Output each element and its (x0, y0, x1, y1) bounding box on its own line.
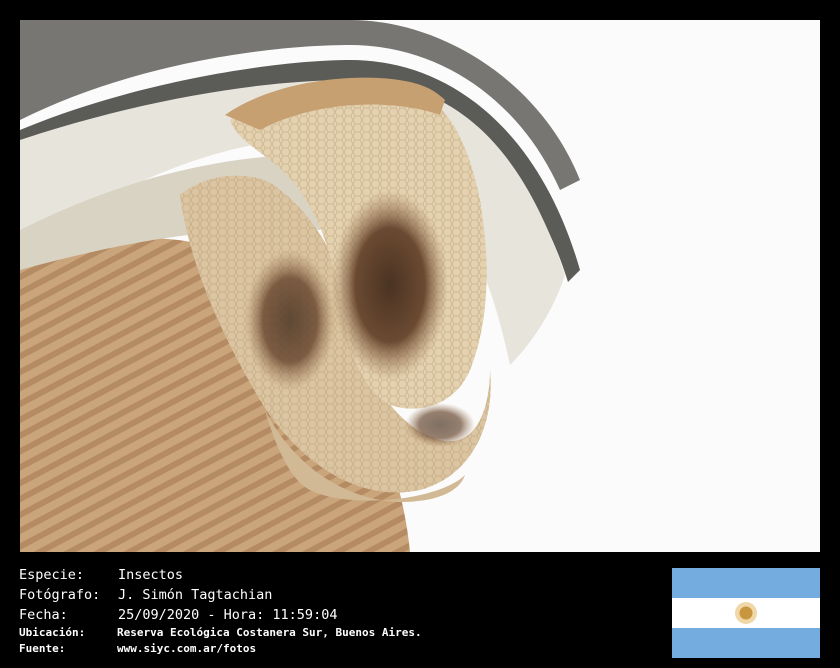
argentina-flag-icon (672, 568, 820, 658)
caption-source-row: Fuente: www.siyc.com.ar/fotos (19, 641, 422, 657)
species-value: Insectos (118, 567, 184, 583)
sun-of-may-icon (735, 602, 757, 624)
photographer-label: Fotógrafo: (19, 587, 101, 603)
location-label: Ubicación: (19, 626, 86, 639)
caption-photographer-row: Fotógrafo: J. Simón Tagtachian (19, 585, 422, 605)
caption-date-row: Fecha: 25/09/2020 - Hora: 11:59:04 (19, 605, 422, 625)
caption-location-row: Ubicación: Reserva Ecológica Costanera S… (19, 625, 422, 641)
caption-species-row: Especie: Insectos (19, 565, 422, 585)
location-value: Reserva Ecológica Costanera Sur, Buenos … (117, 626, 422, 639)
photographer-value: J. Simón Tagtachian (118, 587, 273, 603)
source-label: Fuente: (19, 642, 66, 655)
photo-caption: Especie: Insectos Fotógrafo: J. Simón Ta… (19, 565, 422, 657)
date-value: 25/09/2020 - Hora: 11:59:04 (118, 607, 338, 623)
date-label: Fecha: (19, 607, 68, 623)
species-label: Especie: (19, 567, 85, 583)
honeycomb-photo (20, 20, 820, 552)
honeycomb-illustration (20, 20, 820, 552)
source-value: www.siyc.com.ar/fotos (117, 642, 257, 655)
